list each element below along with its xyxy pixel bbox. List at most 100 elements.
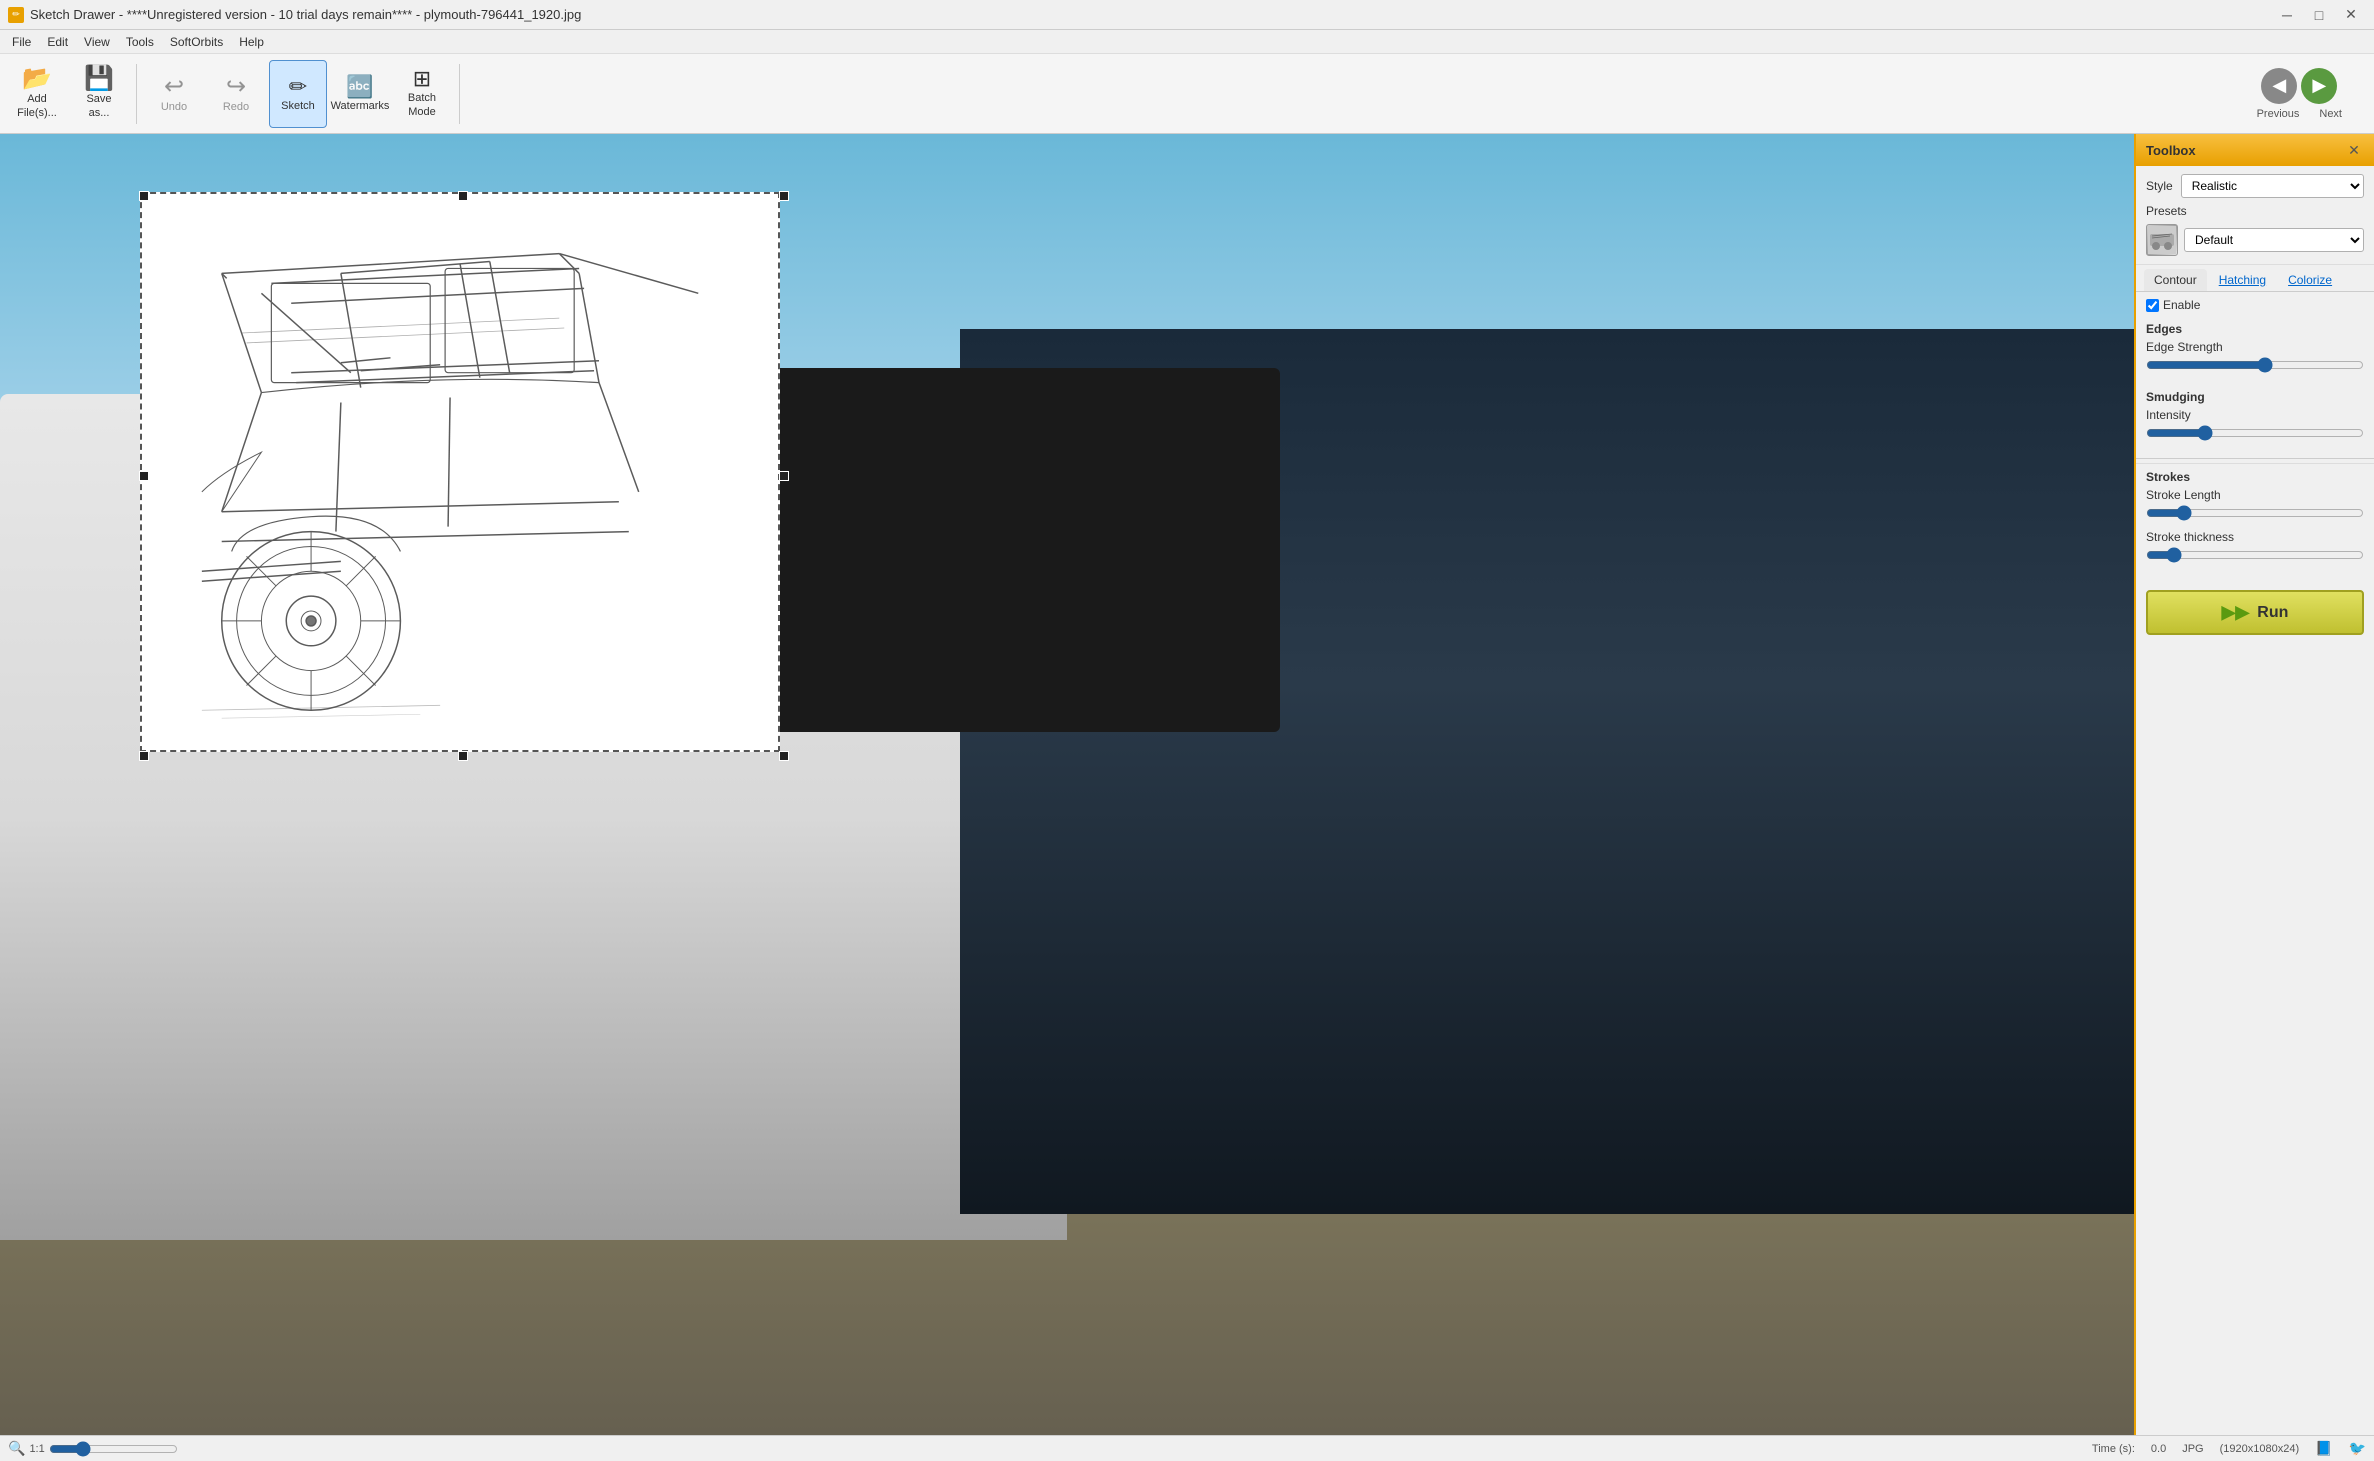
enable-checkbox[interactable] [2146,299,2159,312]
statusbar: 🔍 1:1 Time (s): 0.0 JPG (1920x1080x24) 📘… [0,1435,2374,1461]
menu-help[interactable]: Help [231,33,272,51]
preset-select[interactable]: Default Soft Hard Fine Lines [2184,228,2364,252]
selection-handle-tc[interactable] [458,191,468,201]
social-icon-1[interactable]: 📘 [2315,1440,2332,1457]
redo-button[interactable]: ↪ Redo [207,60,265,128]
intensity-label: Intensity [2146,408,2364,422]
time-value: 0.0 [2151,1443,2166,1455]
selection-handle-mr[interactable] [779,471,789,481]
selection-handle-ml[interactable] [139,471,149,481]
batch-mode-button[interactable]: ⊞ BatchMode [393,60,451,128]
enable-row: Enable [2136,292,2374,318]
minimize-button[interactable]: ─ [2272,4,2302,26]
sketch-label: Sketch [281,100,315,112]
save-as-button[interactable]: 💾 Saveas... [70,60,128,128]
undo-button[interactable]: ↩ Undo [145,60,203,128]
window-controls: ─ □ ✕ [2272,4,2366,26]
selection-handle-tr[interactable] [779,191,789,201]
save-as-label: Saveas... [86,93,111,119]
zoom-icon: 🔍 [8,1440,25,1457]
menu-file[interactable]: File [4,33,39,51]
watermarks-icon: 🔤 [346,76,373,98]
edge-strength-slider[interactable] [2146,356,2364,374]
stroke-length-label: Stroke Length [2146,488,2364,502]
undo-icon: ↩ [164,75,184,99]
divider-strokes [2136,458,2374,459]
menu-tools[interactable]: Tools [118,33,162,51]
stroke-thickness-label: Stroke thickness [2146,530,2364,544]
preset-thumbnail [2148,226,2176,254]
zoom-control: 🔍 1:1 [8,1440,178,1458]
format-label: JPG [2182,1443,2203,1455]
toolbox-content: Style Realistic Artistic Comic Cartoon P… [2136,166,2374,1435]
preset-icon [2146,224,2178,256]
enable-label: Enable [2163,298,2200,312]
intensity-slider[interactable] [2146,424,2364,442]
style-row: Style Realistic Artistic Comic Cartoon [2146,174,2364,198]
menu-softorbits[interactable]: SoftOrbits [162,33,231,51]
maximize-button[interactable]: □ [2304,4,2334,26]
selection-handle-tl[interactable] [139,191,149,201]
close-button[interactable]: ✕ [2336,4,2366,26]
stroke-length-slider-container [2146,504,2364,522]
edge-strength-label: Edge Strength [2146,340,2364,354]
menu-edit[interactable]: Edit [39,33,76,51]
selection-handle-bl[interactable] [139,751,149,761]
smudging-title: Smudging [2146,390,2364,404]
previous-label: Previous [2257,108,2300,120]
redo-icon: ↪ [226,75,246,99]
stroke-thickness-slider[interactable] [2146,546,2364,564]
tab-contour[interactable]: Contour [2144,269,2207,291]
menubar: File Edit View Tools SoftOrbits Help [0,30,2374,54]
edges-section: Edges Edge Strength [2136,318,2374,386]
stroke-thickness-slider-container [2146,546,2364,564]
toolbox-header: Toolbox ✕ [2136,134,2374,166]
next-label: Next [2319,108,2342,120]
strokes-section: Strokes Stroke Length Stroke thickness [2136,463,2374,578]
menu-view[interactable]: View [76,33,118,51]
canvas-area[interactable] [0,134,2134,1435]
tab-colorize[interactable]: Colorize [2278,269,2342,291]
watermarks-button[interactable]: 🔤 Watermarks [331,60,389,128]
strokes-title: Strokes [2146,470,2364,484]
title-text: Sketch Drawer - ****Unregistered version… [30,7,581,22]
nav-arrows: ◀ ▶ [2261,68,2337,104]
watermarks-label: Watermarks [331,100,390,112]
sketch-button[interactable]: ✏ Sketch [269,60,327,128]
social-icon-2[interactable]: 🐦 [2349,1440,2366,1457]
sketch-overlay[interactable] [140,192,780,752]
time-label: Time (s): [2092,1443,2135,1455]
style-label: Style [2146,179,2173,193]
zoom-slider[interactable] [49,1440,178,1458]
toolbar: 📂 AddFile(s)... 💾 Saveas... ↩ Undo ↪ Red… [0,54,2374,134]
sketch-content [142,194,778,750]
selection-handle-bc[interactable] [458,751,468,761]
save-as-icon: 💾 [84,67,114,91]
preset-row: Default Soft Hard Fine Lines [2146,224,2364,256]
edges-title: Edges [2146,322,2364,336]
toolbox-tabs: Contour Hatching Colorize [2136,265,2374,292]
toolbar-separator-1 [136,64,137,124]
toolbox: Toolbox ✕ Style Realistic Artistic Comic… [2134,134,2374,1435]
stroke-length-slider[interactable] [2146,504,2364,522]
next-button[interactable]: ▶ [2301,68,2337,104]
add-files-button[interactable]: 📂 AddFile(s)... [8,60,66,128]
run-button[interactable]: ▶▶ Run [2146,590,2364,635]
tab-hatching[interactable]: Hatching [2209,269,2276,291]
toolbox-close-button[interactable]: ✕ [2344,140,2364,160]
add-files-label: AddFile(s)... [17,93,57,119]
zoom-value: 1:1 [29,1443,44,1455]
presets-row: Presets [2146,204,2364,218]
titlebar: ✏ Sketch Drawer - ****Unregistered versi… [0,0,2374,30]
nav-controls: ◀ ▶ Previous Next [2257,68,2342,120]
toolbar-separator-2 [459,64,460,124]
main-area: Toolbox ✕ Style Realistic Artistic Comic… [0,134,2374,1435]
undo-label: Undo [161,101,187,113]
app-icon: ✏ [8,7,24,23]
add-files-icon: 📂 [22,67,52,91]
intensity-slider-container [2146,424,2364,442]
nav-labels: Previous Next [2257,108,2342,120]
previous-button[interactable]: ◀ [2261,68,2297,104]
style-select[interactable]: Realistic Artistic Comic Cartoon [2181,174,2364,198]
selection-handle-br[interactable] [779,751,789,761]
